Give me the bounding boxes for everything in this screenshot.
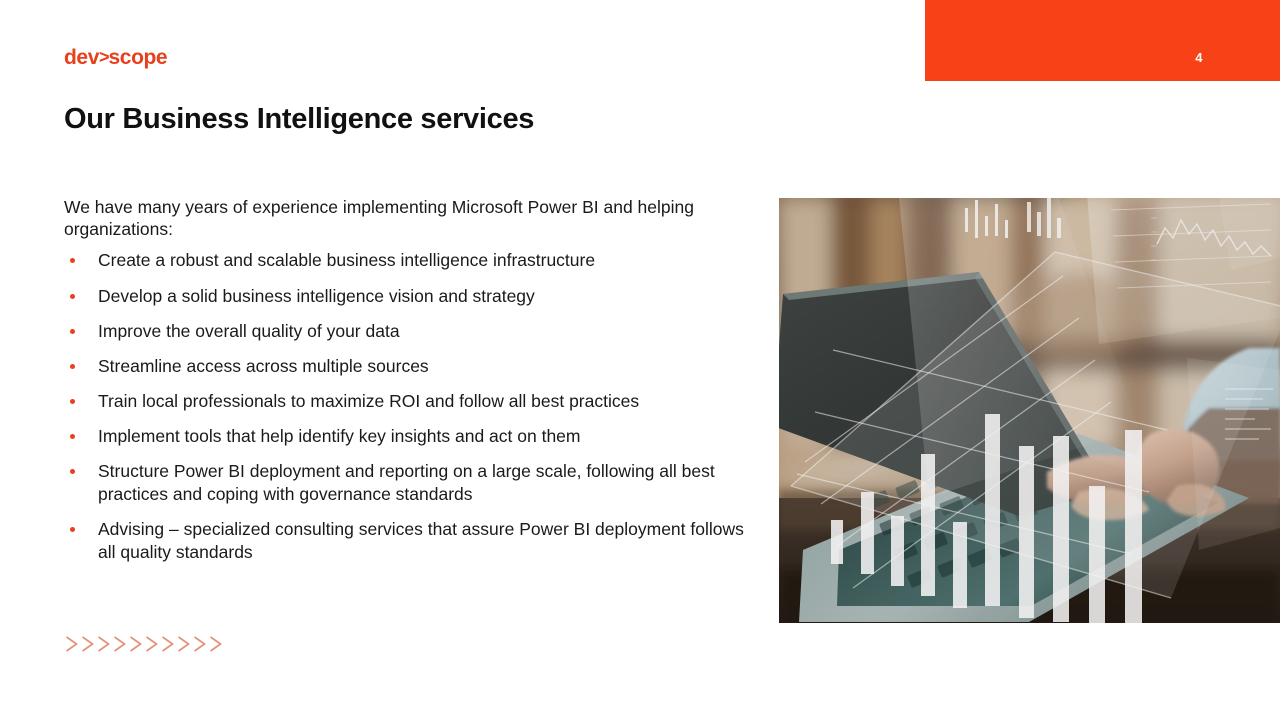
chevron-icon — [146, 636, 158, 652]
chevron-icon — [66, 636, 78, 652]
list-item: Streamline access across multiple source… — [64, 355, 764, 378]
services-bullet-list: Create a robust and scalable business in… — [64, 249, 764, 564]
chevron-icon — [98, 636, 110, 652]
photo-illustration — [779, 198, 1280, 623]
chevron-icon — [210, 636, 222, 652]
chevron-icon — [130, 636, 142, 652]
corner-banner — [925, 0, 1280, 81]
slide: 4 dev>scope Our Business Intelligence se… — [0, 0, 1280, 720]
logo-text-dev: dev — [64, 46, 99, 69]
list-item: Implement tools that help identify key i… — [64, 425, 764, 448]
chevron-strip — [64, 634, 224, 654]
list-item: Train local professionals to maximize RO… — [64, 390, 764, 413]
intro-paragraph: We have many years of experience impleme… — [64, 197, 694, 240]
list-item: Advising – specialized consulting servic… — [64, 518, 764, 564]
list-item: Structure Power BI deployment and report… — [64, 460, 764, 506]
list-item: Develop a solid business intelligence vi… — [64, 285, 764, 308]
logo-chevron-glyph: > — [99, 47, 109, 67]
list-item: Improve the overall quality of your data — [64, 320, 764, 343]
chevron-icon — [178, 636, 190, 652]
chevron-icon — [114, 636, 126, 652]
devscope-logo: dev>scope — [64, 46, 168, 70]
logo-text-scope: scope — [108, 46, 168, 69]
chevron-icon — [82, 636, 94, 652]
chevron-icon — [162, 636, 174, 652]
list-item: Create a robust and scalable business in… — [64, 249, 764, 272]
slide-number: 4 — [1195, 50, 1203, 65]
body-content: We have many years of experience impleme… — [64, 196, 764, 576]
chevron-icon — [194, 636, 206, 652]
laptop-analytics-photo — [779, 198, 1280, 623]
page-title: Our Business Intelligence services — [64, 103, 535, 135]
